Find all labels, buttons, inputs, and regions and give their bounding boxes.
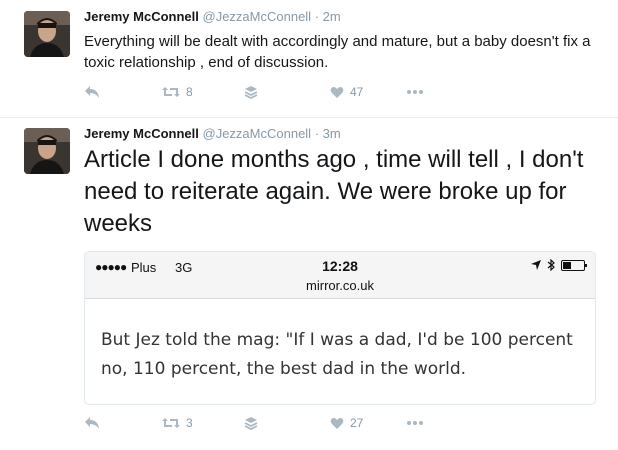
- reply-icon: [85, 417, 99, 429]
- user-handle[interactable]: @JezzaMcConnell: [203, 9, 312, 24]
- like-count: 27: [350, 416, 364, 430]
- separator: ·: [314, 9, 320, 24]
- page-url: mirror.co.uk: [306, 278, 374, 293]
- avatar[interactable]: [24, 128, 70, 174]
- more-button[interactable]: [406, 82, 424, 102]
- retweet-count: 8: [186, 85, 193, 99]
- display-name[interactable]: Jeremy McConnell: [84, 126, 199, 141]
- reply-button[interactable]: [84, 82, 100, 102]
- retweet-count: 3: [186, 416, 193, 430]
- more-icon: [407, 421, 423, 425]
- display-name[interactable]: Jeremy McConnell: [84, 9, 199, 24]
- phone-status-bar: ●●●●● Plus 3G 12:28 mirror.co.uk: [85, 252, 595, 299]
- tweet-text: Article I done months ago , time will te…: [84, 146, 584, 237]
- article-excerpt: But Jez told the mag: "If I was a dad, I…: [101, 330, 573, 379]
- reply-icon: [85, 86, 99, 98]
- retweet-button[interactable]: 8: [162, 82, 193, 102]
- reply-button[interactable]: [84, 413, 100, 433]
- tweet: Jeremy McConnell @JezzaMcConnell · 2m Ev…: [0, 0, 618, 118]
- retweet-button[interactable]: 3: [162, 413, 193, 433]
- layers-button[interactable]: [244, 82, 258, 102]
- embedded-screenshot[interactable]: ●●●●● Plus 3G 12:28 mirror.co.uk But Jez…: [84, 251, 596, 405]
- tweet-header: Jeremy McConnell @JezzaMcConnell · 3m: [84, 126, 341, 141]
- timestamp[interactable]: 3m: [323, 126, 341, 141]
- tweet-header: Jeremy McConnell @JezzaMcConnell · 2m: [84, 9, 341, 24]
- battery-icon: [561, 259, 587, 271]
- tweet-text: Everything will be dealt with accordingl…: [84, 33, 591, 71]
- more-button[interactable]: [406, 413, 424, 433]
- location-arrow-icon: [531, 260, 541, 270]
- bluetooth-icon: [547, 259, 555, 271]
- status-icons: [531, 259, 587, 271]
- more-icon: [407, 90, 423, 94]
- action-bar: 8 47: [84, 82, 444, 102]
- timestamp[interactable]: 2m: [323, 9, 341, 24]
- layers-icon: [244, 417, 258, 430]
- user-handle[interactable]: @JezzaMcConnell: [203, 126, 312, 141]
- phone-clock: 12:28: [322, 258, 358, 274]
- retweet-icon: [162, 418, 180, 428]
- separator: ·: [314, 126, 320, 141]
- layers-button[interactable]: [244, 413, 258, 433]
- heart-icon: [330, 86, 344, 98]
- layers-icon: [244, 86, 258, 99]
- heart-icon: [330, 417, 344, 429]
- like-button[interactable]: 27: [330, 413, 363, 433]
- retweet-icon: [162, 87, 180, 97]
- avatar[interactable]: [24, 11, 70, 57]
- like-count: 47: [350, 85, 364, 99]
- action-bar: 3 27: [84, 413, 444, 433]
- tweet: Jeremy McConnell @JezzaMcConnell · 3m Ar…: [0, 118, 618, 450]
- like-button[interactable]: 47: [330, 82, 363, 102]
